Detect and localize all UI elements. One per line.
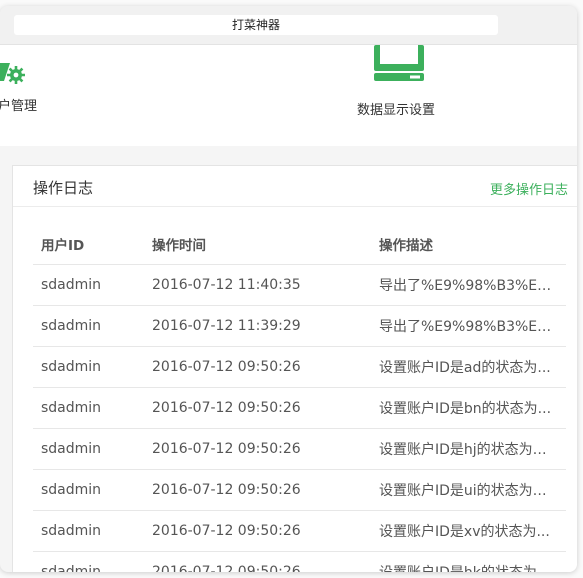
cell-time: 2016-07-12 09:50:26 <box>144 469 371 511</box>
operation-log-panel: 操作日志 更多操作日志 用户ID 操作时间 操作描述 sdadmin 2016-… <box>12 165 577 572</box>
cell-description: 设置账户ID是bn的状态为... <box>371 387 566 429</box>
title-bar: 打菜神器 <box>0 6 577 45</box>
log-header: 操作日志 更多操作日志 <box>13 166 577 207</box>
cell-user-id: sdadmin <box>33 469 144 511</box>
cell-description: 设置账户ID是hj的状态为禁... <box>371 428 566 470</box>
table-row: sdadmin 2016-07-12 09:50:26 设置账户ID是hj的状态… <box>33 428 566 470</box>
cell-description: 设置账户ID是xv的状态为... <box>371 510 566 552</box>
app-window: 打菜神器 户管理 数据显示设置 操作日志 更多操作日志 用户ID 操作时间 操作… <box>0 6 577 572</box>
cell-time: 2016-07-12 09:50:26 <box>144 387 371 429</box>
cell-time: 2016-07-12 09:50:26 <box>144 428 371 470</box>
window-title: 打菜神器 <box>14 15 498 35</box>
table-header-row: 用户ID 操作时间 操作描述 <box>33 224 566 265</box>
cell-time: 2016-07-12 09:50:26 <box>144 551 371 572</box>
table-row: sdadmin 2016-07-12 09:50:26 设置账户ID是xv的状态… <box>33 510 566 552</box>
user-settings-icon[interactable] <box>0 53 26 89</box>
table-row: sdadmin 2016-07-12 11:39:29 导出了%E9%98%B3… <box>33 305 566 347</box>
cell-description: 设置账户ID是hk的状态为... <box>371 551 566 572</box>
column-header-description: 操作描述 <box>371 224 566 265</box>
cell-user-id: sdadmin <box>33 305 144 347</box>
cell-description: 导出了%E9%98%B3%E5%... <box>371 264 566 306</box>
cell-time: 2016-07-12 11:39:29 <box>144 305 371 347</box>
cell-description: 设置账户ID是ui的状态为禁... <box>371 469 566 511</box>
cell-user-id: sdadmin <box>33 346 144 388</box>
cell-user-id: sdadmin <box>33 510 144 552</box>
table-row: sdadmin 2016-07-12 09:50:26 设置账户ID是bn的状态… <box>33 387 566 429</box>
cell-user-id: sdadmin <box>33 428 144 470</box>
column-header-time: 操作时间 <box>144 224 371 265</box>
table-row: sdadmin 2016-07-12 09:50:26 设置账户ID是ad的状态… <box>33 346 566 388</box>
log-table: 用户ID 操作时间 操作描述 sdadmin 2016-07-12 11:40:… <box>33 224 566 572</box>
cell-user-id: sdadmin <box>33 387 144 429</box>
cell-time: 2016-07-12 09:50:26 <box>144 346 371 388</box>
column-header-user-id: 用户ID <box>33 224 144 265</box>
cell-description: 导出了%E9%98%B3%E5%... <box>371 305 566 347</box>
cell-user-id: sdadmin <box>33 551 144 572</box>
log-title: 操作日志 <box>33 179 94 197</box>
table-row: sdadmin 2016-07-12 11:40:35 导出了%E9%98%B3… <box>33 264 566 306</box>
monitor-icon[interactable] <box>374 45 426 81</box>
cell-user-id: sdadmin <box>33 264 144 306</box>
cell-description: 设置账户ID是ad的状态为... <box>371 346 566 388</box>
table-row: sdadmin 2016-07-12 09:50:26 设置账户ID是hk的状态… <box>33 551 566 572</box>
user-management-label[interactable]: 户管理 <box>0 95 37 114</box>
cell-time: 2016-07-12 09:50:26 <box>144 510 371 552</box>
cell-time: 2016-07-12 11:40:35 <box>144 264 371 306</box>
top-cards: 户管理 数据显示设置 <box>0 45 577 146</box>
more-logs-link[interactable]: 更多操作日志 <box>490 179 568 198</box>
display-settings-label[interactable]: 数据显示设置 <box>357 99 435 118</box>
table-row: sdadmin 2016-07-12 09:50:26 设置账户ID是ui的状态… <box>33 469 566 511</box>
